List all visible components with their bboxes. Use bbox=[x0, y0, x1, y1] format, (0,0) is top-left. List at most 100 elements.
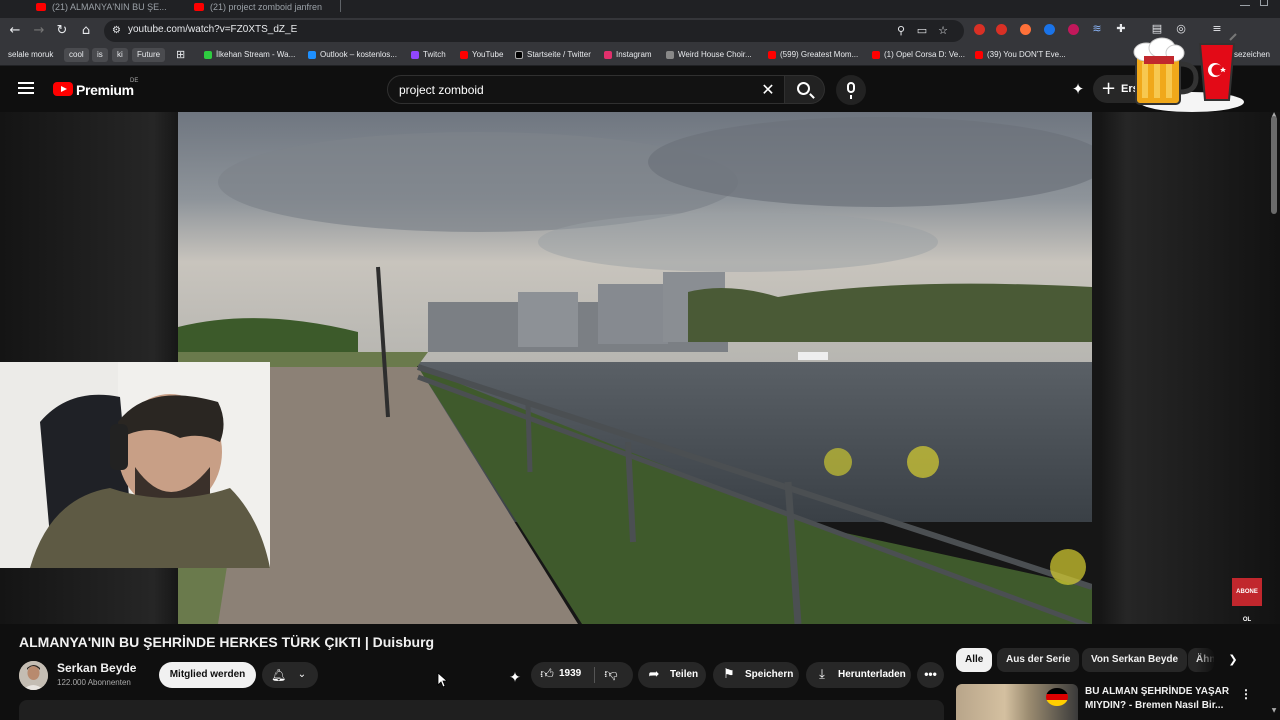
notification-button[interactable]: 🔔︎ ⌄ bbox=[262, 662, 318, 688]
download-icon: ⤓ bbox=[819, 667, 825, 682]
subscriber-count: 122.000 Abonnenten bbox=[57, 678, 131, 687]
download-button[interactable]: ⤓ Herunterladen bbox=[806, 662, 911, 688]
like-button[interactable]: 👍︎ 1939 bbox=[531, 662, 593, 688]
bookmark-label: YouTube bbox=[472, 50, 504, 59]
plus-icon: + bbox=[1101, 78, 1117, 99]
bookmark-link[interactable]: (39) You DON'T Eve... bbox=[975, 48, 1066, 62]
bookmark-folder[interactable]: selale moruk bbox=[4, 48, 53, 62]
bookmark-link[interactable]: Startseite / Twitter bbox=[515, 48, 591, 62]
bookmark-favicon-icon bbox=[666, 51, 674, 59]
chevron-right-icon[interactable]: ❯ bbox=[1225, 652, 1241, 668]
bookmark-label: is bbox=[97, 50, 103, 59]
search-icon bbox=[797, 82, 810, 95]
bookmark-label: (39) You DON'T Eve... bbox=[987, 50, 1066, 59]
bookmark-label: Twitch bbox=[423, 50, 446, 59]
browser-tab[interactable]: (21) ALMANYA'NIN BU ŞE... bbox=[30, 0, 180, 18]
more-actions-icon[interactable]: ••• bbox=[917, 662, 944, 688]
bookmark-favicon-icon bbox=[768, 51, 776, 59]
bookmark-folder[interactable]: is bbox=[92, 48, 108, 62]
bookmark-favicon-icon bbox=[460, 51, 468, 59]
youtube-favicon-icon bbox=[36, 3, 46, 11]
extension-icon[interactable] bbox=[1020, 24, 1031, 35]
extension-icon[interactable] bbox=[1044, 24, 1055, 35]
avatar-image bbox=[19, 661, 48, 690]
bookmark-label: (1) Opel Corsa D: Ve... bbox=[884, 50, 965, 59]
bookmark-label: cool bbox=[69, 50, 84, 59]
back-icon[interactable]: ← bbox=[6, 22, 24, 40]
description-box[interactable] bbox=[19, 700, 944, 720]
bookmark-label: ki bbox=[117, 50, 123, 59]
thumbs-up-icon: 👍︎ bbox=[540, 667, 554, 682]
minimize-icon[interactable] bbox=[1240, 0, 1250, 6]
clear-search-icon[interactable]: ✕ bbox=[759, 81, 777, 99]
bookmark-folder[interactable]: Future bbox=[132, 48, 166, 62]
search-box bbox=[387, 75, 785, 104]
save-button[interactable]: ⚑ Speichern bbox=[713, 662, 799, 688]
bookmark-star-icon[interactable]: ☆ bbox=[936, 24, 950, 38]
browser-tabstrip: (21) ALMANYA'NIN BU ŞE... (21) project z… bbox=[0, 0, 1280, 18]
sparkle-icon[interactable]: ✦ bbox=[1068, 79, 1088, 99]
bookmark-link[interactable]: (599) Greatest Mom... bbox=[768, 48, 858, 62]
related-video-title[interactable]: BU ALMAN ŞEHRİNDE YAŞAR MIYDIN? - Bremen… bbox=[1085, 685, 1235, 720]
voice-search-button[interactable] bbox=[836, 75, 866, 105]
puzzle-extensions-icon[interactable]: ✚ bbox=[1114, 22, 1128, 36]
browser-tab-title: (21) ALMANYA'NIN BU ŞE... bbox=[52, 2, 167, 12]
join-button[interactable]: Mitglied werden bbox=[159, 662, 256, 688]
save-label: Speichern bbox=[745, 669, 794, 680]
bookmark-favicon-icon bbox=[975, 51, 983, 59]
share-button[interactable]: ➦ Teilen bbox=[638, 662, 706, 688]
bookmark-link[interactable]: Weird House Choir... bbox=[666, 48, 752, 62]
related-video-menu-icon[interactable]: ⋮ bbox=[1240, 686, 1252, 702]
chip-all[interactable]: Alle bbox=[956, 648, 993, 672]
chip-from-series[interactable]: Aus der Serie bbox=[997, 648, 1080, 672]
video-player[interactable] bbox=[178, 112, 1092, 624]
chip-from-channel[interactable]: Von Serkan Beyde bbox=[1082, 648, 1188, 672]
bookmark-link[interactable]: Outlook – kostenlos... bbox=[308, 48, 397, 62]
related-video-thumbnail[interactable] bbox=[956, 684, 1078, 720]
bookmark-favicon-icon bbox=[872, 51, 880, 59]
channel-name[interactable]: Serkan Beyde bbox=[57, 661, 136, 675]
search-button[interactable] bbox=[785, 75, 825, 104]
zoom-icon[interactable]: ⚲ bbox=[894, 24, 908, 38]
bookmark-link[interactable]: Twitch bbox=[411, 48, 446, 62]
bookmark-label: Instagram bbox=[616, 50, 652, 59]
page-scrollbar-thumb[interactable] bbox=[1271, 116, 1277, 214]
restore-icon[interactable] bbox=[1260, 0, 1268, 6]
reload-icon[interactable]: ↻ bbox=[53, 22, 71, 40]
bookmark-link[interactable]: YouTube bbox=[460, 48, 503, 62]
chevron-down-icon: ⌄ bbox=[297, 669, 307, 680]
forward-icon[interactable]: → bbox=[30, 22, 48, 40]
bookmark-label: Future bbox=[137, 50, 161, 59]
subscribe-badge[interactable]: ABONE OL bbox=[1232, 578, 1262, 623]
bookmark-favicon-icon bbox=[604, 51, 612, 59]
address-bar[interactable]: ⚙ youtube.com/watch?v=FZ0XTS_dZ_E ⚲ ▭ ☆ bbox=[104, 20, 964, 42]
browser-tab-title: (21) project zomboid janfren bbox=[210, 2, 323, 12]
scroll-down-icon[interactable]: ▼ bbox=[1270, 708, 1278, 714]
bookmark-folder[interactable]: ki bbox=[112, 48, 128, 62]
bookmark-label: İlkehan Stream - Wa... bbox=[216, 50, 296, 59]
bookmark-link[interactable]: (1) Opel Corsa D: Ve... bbox=[872, 48, 965, 62]
bookmark-favicon-icon bbox=[308, 51, 316, 59]
hamburger-menu-icon[interactable] bbox=[18, 82, 34, 94]
extension-icon[interactable] bbox=[1068, 24, 1079, 35]
site-info-icon[interactable]: ⚙ bbox=[112, 25, 124, 37]
search-input[interactable] bbox=[399, 81, 739, 99]
bookmark-link[interactable]: Instagram bbox=[604, 48, 652, 62]
bookmark-link[interactable]: İlkehan Stream - Wa... bbox=[204, 48, 295, 62]
wifi-extension-icon[interactable]: ≋ bbox=[1090, 22, 1104, 36]
youtube-logo-icon[interactable] bbox=[53, 82, 73, 96]
region-code: DE bbox=[130, 78, 139, 84]
dislike-button[interactable]: 👎︎ bbox=[599, 662, 629, 688]
extension-icon[interactable] bbox=[996, 24, 1007, 35]
beer-tea-emblem bbox=[1133, 33, 1244, 112]
home-icon[interactable]: ⌂ bbox=[77, 22, 95, 40]
browser-tab[interactable]: (21) project zomboid janfren bbox=[188, 0, 338, 18]
apps-grid-icon[interactable]: ⊞ bbox=[172, 48, 185, 62]
youtube-brand[interactable]: Premium bbox=[76, 82, 134, 98]
webcam-overlay bbox=[0, 362, 270, 568]
cast-icon[interactable]: ▭ bbox=[915, 24, 929, 38]
ask-sparkle-icon[interactable]: ✦ bbox=[505, 668, 525, 688]
extension-icon[interactable] bbox=[974, 24, 985, 35]
channel-avatar[interactable] bbox=[19, 661, 48, 690]
bookmark-folder[interactable]: cool bbox=[64, 48, 89, 62]
